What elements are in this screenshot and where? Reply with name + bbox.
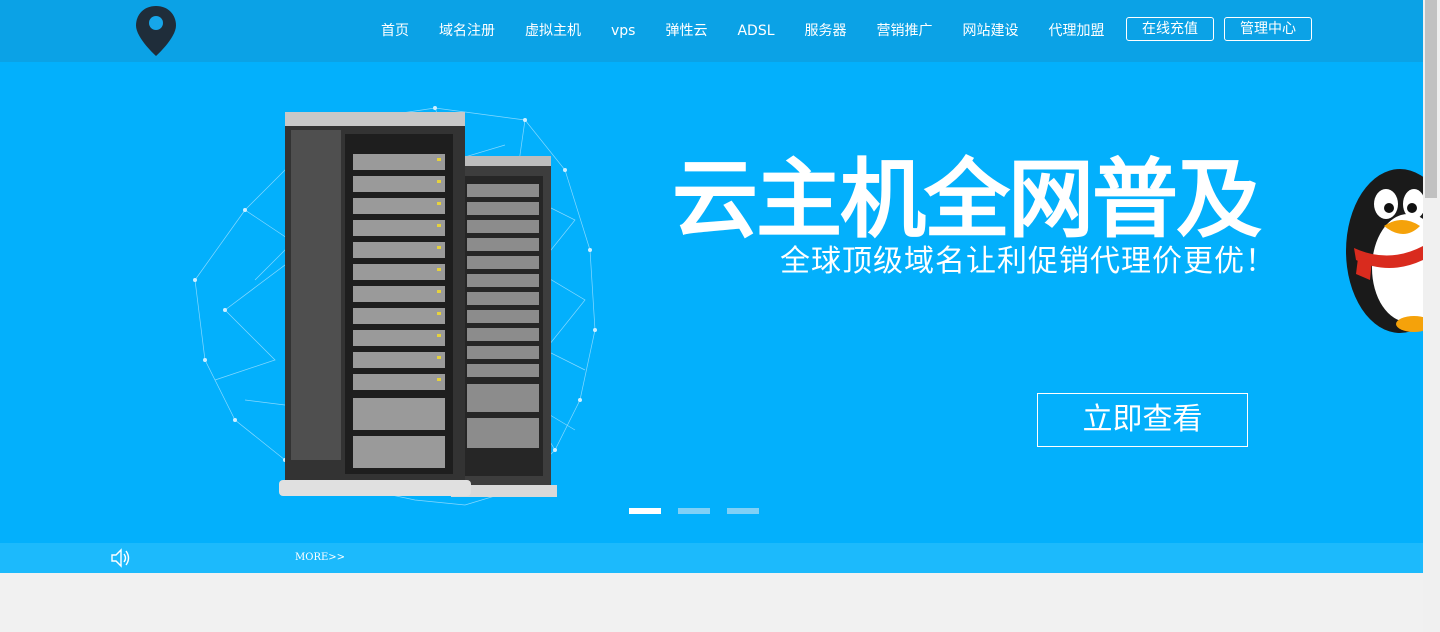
map-pin-icon[interactable]: [134, 4, 178, 58]
slide-dot-2[interactable]: [678, 508, 710, 514]
nav-item-virtual-hosting[interactable]: 虚拟主机: [510, 21, 596, 41]
banner-subline: 全球顶级域名让利促销代理价更优！: [780, 244, 1276, 279]
view-now-button[interactable]: 立即查看: [1037, 393, 1248, 447]
nav-item-elastic-cloud[interactable]: 弹性云: [650, 21, 722, 41]
nav-item-adsl[interactable]: ADSL: [722, 21, 789, 41]
slide-indicators: [629, 508, 759, 514]
hero-banner: 云主机全网普及 全球顶级域名让利促销代理价更优！ 立即查看: [0, 62, 1423, 543]
nav-item-home[interactable]: 首页: [366, 21, 424, 41]
notice-bar: MORE>>: [0, 543, 1423, 573]
nav-item-website-building[interactable]: 网站建设: [948, 21, 1034, 41]
nav-item-vps[interactable]: vps: [596, 21, 650, 41]
nav-item-domain-registration[interactable]: 域名注册: [424, 21, 510, 41]
recharge-button[interactable]: 在线充值: [1126, 17, 1214, 41]
qq-penguin-icon[interactable]: [1344, 156, 1423, 336]
top-header: 首页 域名注册 虚拟主机 vps 弹性云 ADSL 服务器 营销推广 网站建设 …: [0, 0, 1423, 62]
scrollbar-thumb[interactable]: [1425, 0, 1437, 198]
banner-headline: 云主机全网普及: [672, 150, 1262, 250]
nav-item-marketing[interactable]: 营销推广: [862, 21, 948, 41]
nav-item-agency[interactable]: 代理加盟: [1034, 21, 1120, 41]
server-rack-image: [193, 106, 597, 506]
slide-dot-3[interactable]: [727, 508, 759, 514]
more-link[interactable]: MORE>>: [295, 551, 345, 565]
admin-center-button[interactable]: 管理中心: [1224, 17, 1312, 41]
vertical-scrollbar[interactable]: [1423, 0, 1440, 632]
slide-dot-1[interactable]: [629, 508, 661, 514]
main-nav: 首页 域名注册 虚拟主机 vps 弹性云 ADSL 服务器 营销推广 网站建设 …: [366, 0, 1120, 62]
speaker-icon: [111, 548, 130, 568]
nav-item-servers[interactable]: 服务器: [790, 21, 862, 41]
